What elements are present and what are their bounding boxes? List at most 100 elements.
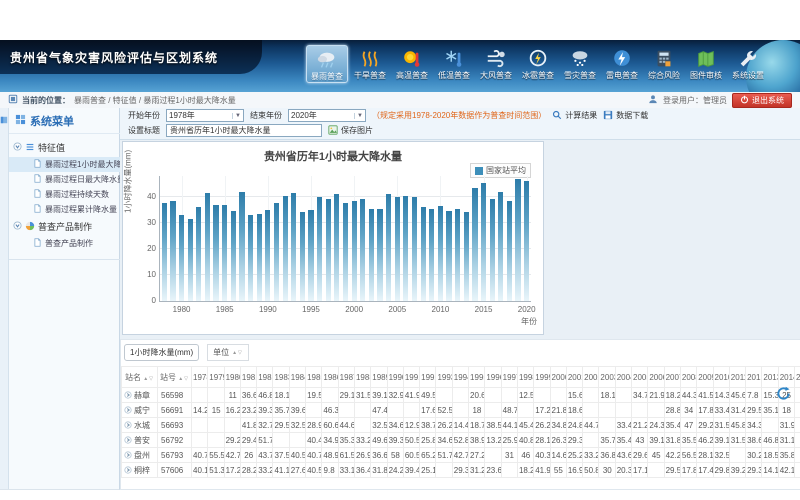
nav-wind[interactable]: 大风普查 <box>476 45 516 83</box>
year-column-header[interactable]: 2001 <box>566 367 582 388</box>
value-cell: 29.3 <box>452 463 468 478</box>
value-cell: 42.7 <box>224 448 240 463</box>
data-download-button[interactable]: 数据下载 <box>603 110 648 122</box>
year-column-header[interactable]: 2006 <box>648 367 664 388</box>
year-column-header[interactable]: 1979 <box>208 367 224 388</box>
expander-icon[interactable] <box>13 142 22 153</box>
snow-icon <box>560 46 600 71</box>
year-column-header[interactable]: 2007 <box>664 367 680 388</box>
value-cell: 24.8 <box>566 418 582 433</box>
start-year-select[interactable]: 1978年▼ <box>166 109 244 122</box>
year-column-header[interactable]: 2002 <box>583 367 599 388</box>
value-cell: 18.5 <box>762 448 778 463</box>
unit-toggle-button[interactable]: 1小时降水量(mm) <box>124 344 199 361</box>
year-column-header[interactable]: 1996 <box>485 367 501 388</box>
value-cell: 18 <box>469 403 485 418</box>
year-column-header[interactable]: 2011 <box>729 367 745 388</box>
bar-2014 <box>472 188 477 301</box>
refresh-icon[interactable] <box>776 386 791 406</box>
year-column-header[interactable]: 1989 <box>371 367 387 388</box>
year-column-header[interactable]: 1984 <box>289 367 305 388</box>
year-column-header[interactable]: 1982 <box>257 367 273 388</box>
value-cell <box>501 388 517 403</box>
year-column-header[interactable]: 1993 <box>436 367 452 388</box>
nav-hail[interactable]: 冰雹普查 <box>518 45 558 83</box>
year-column-header[interactable]: 2008 <box>680 367 696 388</box>
nav-cold[interactable]: 低温普查 <box>434 45 474 83</box>
page-icon <box>33 159 42 170</box>
y-tick-label: 20 <box>134 244 156 253</box>
value-cell <box>550 388 566 403</box>
year-column-header[interactable]: 2004 <box>615 367 631 388</box>
nav-label: 高温普查 <box>392 71 432 80</box>
nav-label: 雪灾普查 <box>560 71 600 80</box>
row-expander-icon[interactable] <box>124 421 132 431</box>
year-column-header[interactable]: 2000 <box>550 367 566 388</box>
logout-button[interactable]: 退出系统 <box>732 93 792 108</box>
sidebar-collapse-strip[interactable] <box>0 108 9 489</box>
value-cell: 18.2 <box>664 388 680 403</box>
year-column-header[interactable]: 1980 <box>224 367 240 388</box>
bar-2011 <box>446 211 451 301</box>
value-cell: 31.5 <box>354 388 370 403</box>
value-cell: 21.9 <box>648 388 664 403</box>
year-column-header[interactable]: 1985 <box>306 367 322 388</box>
nav-settings[interactable]: 系统设置 <box>728 45 768 83</box>
y-axis-label: 1小时降水量(mm) <box>123 149 134 212</box>
save-image-button[interactable]: 保存图片 <box>328 125 373 137</box>
year-column-header[interactable]: 1987 <box>338 367 354 388</box>
year-column-header[interactable]: 1997 <box>501 367 517 388</box>
year-column-header[interactable]: 1981 <box>240 367 256 388</box>
year-column-header[interactable]: 2013 <box>762 367 778 388</box>
unit-sort-header[interactable]: 单位 ▲▽ <box>207 344 249 361</box>
value-cell: 18.1 <box>273 388 289 403</box>
value-cell: 43.7 <box>257 448 273 463</box>
nav-map-audit[interactable]: 图件审核 <box>686 45 726 83</box>
breadcrumb[interactable]: 暴雨普查 / 特征值 / 暴雨过程1小时最大降水量 <box>74 95 236 106</box>
nav-snow[interactable]: 雪灾普查 <box>560 45 600 83</box>
station-id-column-header[interactable]: 站号 ▲▽ <box>158 367 192 388</box>
x-tick-label: 1995 <box>302 305 320 314</box>
station-name-column-header[interactable]: 站名 ▲▽ <box>122 367 158 388</box>
nav-risk[interactable]: 综合风险 <box>644 45 684 83</box>
year-column-header[interactable]: 2005 <box>632 367 648 388</box>
year-column-header[interactable]: 1998 <box>517 367 533 388</box>
end-year-select[interactable]: 2020年▼ <box>288 109 366 122</box>
nav-lightning[interactable]: 雷电普查 <box>602 45 642 83</box>
row-expander-icon[interactable] <box>124 391 132 401</box>
year-column-header[interactable]: 1990 <box>387 367 403 388</box>
login-user-label: 登录用户：管理员 <box>663 95 727 106</box>
year-column-header[interactable]: 1995 <box>469 367 485 388</box>
year-column-header[interactable]: 2014 <box>778 367 794 388</box>
year-column-header[interactable]: 1983 <box>273 367 289 388</box>
year-column-header[interactable]: 2003 <box>599 367 615 388</box>
year-column-header[interactable]: 2015 <box>794 367 800 388</box>
value-cell: 40.3 <box>534 448 550 463</box>
nav-drought[interactable]: 干旱普查 <box>350 45 390 83</box>
year-column-header[interactable]: 1994 <box>452 367 468 388</box>
year-column-header[interactable]: 1988 <box>354 367 370 388</box>
year-column-header[interactable]: 1986 <box>322 367 338 388</box>
year-column-header[interactable]: 2012 <box>746 367 762 388</box>
list-icon <box>25 142 35 154</box>
expander-icon[interactable] <box>13 221 22 232</box>
row-expander-icon[interactable] <box>124 406 132 416</box>
row-expander-icon[interactable] <box>124 436 132 446</box>
calc-result-button[interactable]: 计算结果 <box>552 110 597 122</box>
year-column-header[interactable]: 2009 <box>697 367 713 388</box>
chart-title-input[interactable]: 贵州省历年1小时最大降水量 <box>166 124 322 137</box>
row-expander-icon[interactable] <box>124 451 132 461</box>
nav-heat[interactable]: 高温普查 <box>392 45 432 83</box>
year-column-header[interactable]: 1991 <box>403 367 419 388</box>
value-cell: 31.5 <box>713 418 729 433</box>
table-row: 威宁5669114.21516.223.239.335.739.646.347.… <box>122 403 800 418</box>
year-column-header[interactable]: 2010 <box>713 367 729 388</box>
year-column-header[interactable]: 1978 <box>192 367 208 388</box>
value-cell: 43 <box>632 433 648 448</box>
value-cell: 34.6 <box>436 433 452 448</box>
value-cell: 40.5 <box>306 463 322 478</box>
year-column-header[interactable]: 1999 <box>534 367 550 388</box>
row-expander-icon[interactable] <box>124 466 132 476</box>
nav-rainstorm[interactable]: 暴雨普查 <box>306 45 348 83</box>
year-column-header[interactable]: 1992 <box>420 367 436 388</box>
